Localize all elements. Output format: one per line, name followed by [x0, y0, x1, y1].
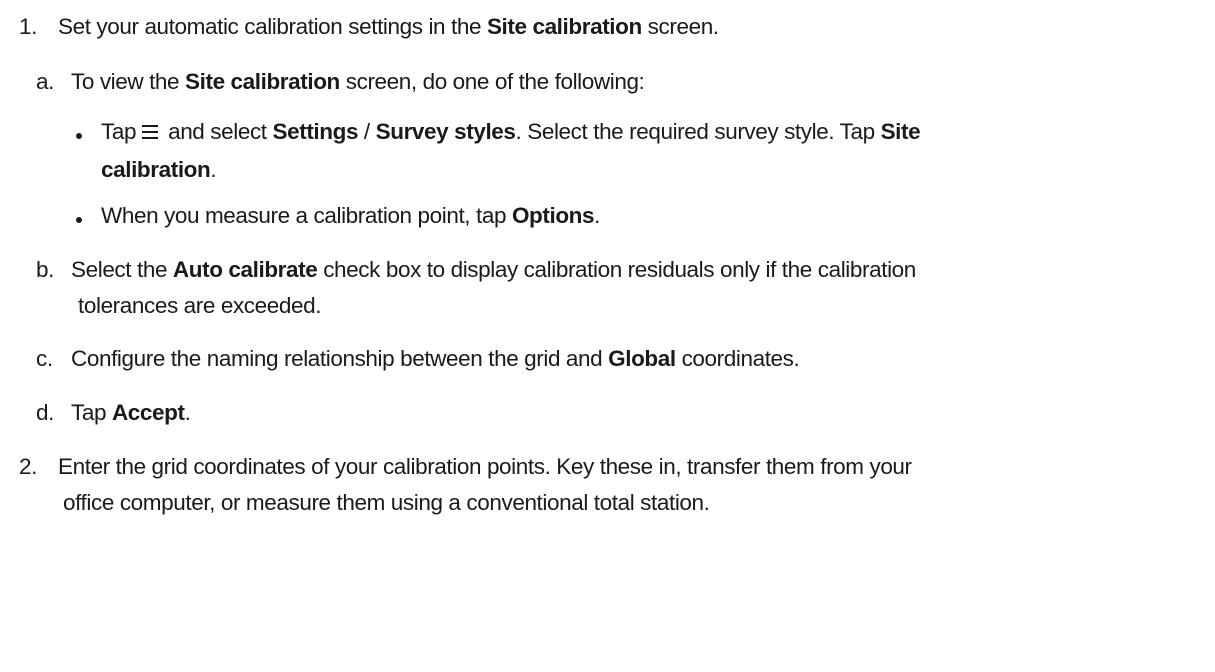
step-1-marker: 1.	[19, 14, 37, 39]
substep-c-text-part: coordinates.	[675, 346, 800, 371]
substep-d-marker: d.	[36, 400, 54, 425]
bullet-1-text-part: and select	[168, 119, 273, 144]
substep-b-line-1: Select the Auto calibrate check box to d…	[71, 255, 916, 285]
bullet-1-line-1: Tap and select Settings / Survey styles. …	[101, 117, 921, 147]
bullet-1-tap: Tap	[101, 119, 137, 144]
options-term: Options	[511, 203, 595, 228]
substep-b-text-part: check box to display calibration residua…	[317, 257, 916, 282]
bullet-1-text-part: /	[358, 119, 376, 144]
substep-d-text-part: Tap	[71, 400, 112, 425]
bullet-2-text: When you measure a calibration point, ta…	[101, 201, 600, 231]
step-2-line-2: office computer, or measure them using a…	[63, 490, 710, 515]
global-term: Global	[608, 346, 676, 371]
substep-a-text-part: To view the	[71, 69, 186, 94]
step-1-text: Set your automatic calibration settings …	[58, 12, 719, 42]
site-calibration-term: Site calibration	[486, 14, 642, 39]
substep-c-text-part: Configure the naming relationship betwee…	[71, 346, 609, 371]
step-1-text-part: screen.	[641, 14, 719, 39]
step-2-marker: 2.	[19, 454, 37, 479]
site-calibration-term: Site calibration	[185, 69, 340, 94]
bullet-1-line-2: calibration.	[101, 155, 217, 185]
bullet-1-text-part: .	[210, 157, 217, 182]
auto-calibrate-term: Auto calibrate	[172, 257, 318, 282]
survey-styles-term: Survey styles	[375, 119, 516, 144]
substep-b-text-part: Select the	[71, 257, 173, 282]
substep-d-text-part: .	[184, 400, 191, 425]
substep-b-line-2: tolerances are exceeded.	[78, 293, 322, 318]
bullet-2-text-part: When you measure a calibration point, ta…	[101, 203, 512, 228]
document-page: 1. Set your automatic calibration settin…	[0, 0, 1215, 672]
settings-term: Settings	[272, 119, 359, 144]
substep-a-text-part: screen, do one of the following:	[339, 69, 645, 94]
accept-term: Accept	[111, 400, 185, 425]
substep-c-marker: c.	[36, 346, 53, 371]
substep-a-text: To view the Site calibration screen, do …	[71, 67, 645, 97]
substep-a-marker: a.	[36, 69, 54, 94]
substep-b-marker: b.	[36, 257, 54, 282]
site-term: Site	[880, 119, 921, 144]
bullet-2-text-part: .	[594, 203, 601, 228]
bullet-dot	[76, 133, 82, 139]
step-2-line-1: Enter the grid coordinates of your calib…	[58, 454, 912, 479]
bullet-dot	[76, 217, 82, 223]
substep-d-text: Tap Accept.	[71, 398, 191, 428]
bullet-1-text-part: . Select the required survey style. Tap	[515, 119, 881, 144]
menu-icon	[142, 125, 159, 139]
calibration-term: calibration	[101, 157, 211, 182]
substep-c-text: Configure the naming relationship betwee…	[71, 344, 800, 374]
step-1-text-part: Set your automatic calibration settings …	[58, 14, 487, 39]
